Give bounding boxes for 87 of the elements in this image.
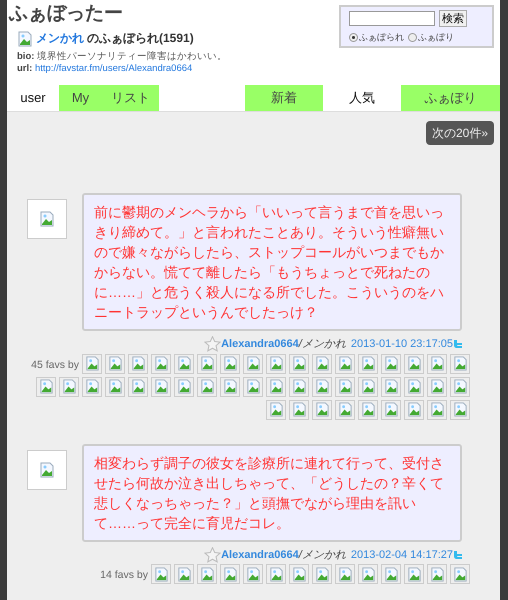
faved-user-avatar[interactable]	[128, 354, 148, 374]
faved-user-avatar[interactable]	[174, 376, 194, 396]
faved-user-avatar[interactable]	[312, 354, 332, 374]
faved-user-avatar[interactable]	[151, 354, 171, 374]
faved-user-avatar[interactable]	[243, 354, 263, 374]
faved-user-avatar[interactable]	[450, 564, 470, 584]
tab[interactable]: ふぁぼり	[401, 85, 500, 111]
display-name: /メンかれ	[298, 337, 346, 352]
faved-user-avatar[interactable]	[335, 376, 355, 396]
faved-user-avatar[interactable]	[358, 400, 378, 420]
faved-user-avatar[interactable]	[289, 400, 309, 420]
faved-user-avatar[interactable]	[335, 354, 355, 374]
favorited-count-title: のふぁぼられ(1591)	[87, 30, 194, 47]
tab[interactable]: リスト	[102, 85, 159, 111]
faved-user-avatar[interactable]	[82, 376, 102, 396]
faved-user-avatar[interactable]	[427, 354, 447, 374]
star-icon[interactable]	[204, 336, 222, 352]
tab[interactable]: My	[59, 85, 102, 111]
faved-user-avatar[interactable]	[151, 376, 171, 396]
faved-user-avatar[interactable]	[450, 354, 470, 374]
faved-user-avatar[interactable]	[82, 354, 102, 374]
profile-url-link[interactable]: http://favstar.fm/users/Alexandra0664	[34, 63, 192, 74]
faved-user-avatar[interactable]	[358, 564, 378, 584]
display-name: /メンかれ	[298, 548, 346, 562]
faved-user-avatar[interactable]	[220, 354, 240, 374]
search-mode-radio[interactable]: ふぁぼられ	[349, 31, 404, 44]
faved-user-avatar[interactable]	[427, 400, 447, 420]
faved-user-avatar[interactable]	[358, 376, 378, 396]
faved-user-avatar[interactable]	[266, 564, 286, 584]
faved-user-avatar[interactable]	[289, 376, 309, 396]
user-avatar[interactable]	[27, 450, 67, 490]
post-text: 前に鬱期のメンヘラから「いいって言うまで首を思いっきり締めて。」と言われたことあり。そういう性癖無いので嫌々ながらしたら、ストップコールがいつまでもかからない。慌てて離したら「もうちょっとで死ねたのに……」と危うく殺人になる所でした。こういうのをハニートラップというんでしたっけ？	[82, 193, 462, 331]
favs-count: 14 favs by	[100, 568, 148, 584]
faved-user-avatar[interactable]	[404, 354, 424, 374]
faved-user-avatar[interactable]	[243, 564, 263, 584]
faved-user-avatar[interactable]	[381, 400, 401, 420]
faved-user-avatar[interactable]	[36, 376, 56, 396]
tab[interactable]: 新着	[245, 85, 323, 111]
twitter-bird-icon[interactable]	[453, 550, 463, 560]
faved-user-avatar[interactable]	[220, 564, 240, 584]
faved-user-avatar[interactable]	[450, 400, 470, 420]
faved-user-avatar[interactable]	[358, 354, 378, 374]
faved-user-avatar[interactable]	[197, 564, 217, 584]
faved-user-avatar[interactable]	[381, 354, 401, 374]
faved-user-avatar[interactable]	[266, 376, 286, 396]
url-label: url:	[17, 63, 32, 74]
star-icon[interactable]	[204, 546, 222, 563]
search-mode-radio[interactable]: ふぁぼり	[408, 31, 454, 44]
site-title: ふぁぼったー	[9, 2, 123, 26]
search-field[interactable]	[349, 11, 435, 26]
faved-user-avatar[interactable]	[427, 376, 447, 396]
faved-user-avatar[interactable]	[174, 564, 194, 584]
faved-user-avatar[interactable]	[335, 400, 355, 420]
twitter-bird-icon[interactable]	[453, 339, 463, 350]
faved-user-avatar[interactable]	[335, 564, 355, 584]
faved-user-avatar[interactable]	[59, 376, 79, 396]
search-button[interactable]: 検索	[439, 10, 467, 27]
faved-user-avatar[interactable]	[128, 376, 148, 396]
faved-user-avatar[interactable]	[381, 564, 401, 584]
faved-user-avatar[interactable]	[404, 400, 424, 420]
post-text: 相変わらず調子の彼女を診療所に連れて行って、受付させたら何故か泣き出しちゃって、「どうしたの？辛くて悲しくなっちゃった？」と頭撫でながら理由を訊いて……って完全に育児だコレ。	[82, 444, 462, 542]
faved-user-avatar[interactable]	[243, 376, 263, 396]
broken-image-icon	[17, 30, 33, 47]
faved-user-avatar[interactable]	[105, 376, 125, 396]
faved-user-avatar[interactable]	[404, 564, 424, 584]
user-name-link[interactable]: メンかれ	[36, 29, 84, 47]
faved-user-avatar[interactable]	[289, 564, 309, 584]
faved-user-avatar[interactable]	[427, 564, 447, 584]
faved-user-avatar[interactable]	[312, 400, 332, 420]
faved-user-avatar[interactable]	[404, 376, 424, 396]
faved-user-avatar[interactable]	[312, 564, 332, 584]
faved-user-avatar[interactable]	[450, 376, 470, 396]
faved-user-avatar[interactable]	[220, 376, 240, 396]
faved-user-avatar[interactable]	[151, 564, 171, 584]
faved-user-avatar[interactable]	[289, 354, 309, 374]
faved-user-avatar[interactable]	[381, 376, 401, 396]
next-page-button[interactable]: 次の20件»	[426, 121, 494, 145]
faved-user-avatar[interactable]	[266, 354, 286, 374]
faved-user-avatar[interactable]	[174, 354, 194, 374]
faved-user-avatar[interactable]	[105, 354, 125, 374]
bio-text: bio: 境界性パーソナリティー障害はかわいい。	[17, 51, 228, 63]
faved-user-avatar[interactable]	[266, 400, 286, 420]
faved-user-avatar[interactable]	[197, 376, 217, 396]
favs-count: 45 favs by	[31, 358, 79, 373]
user-avatar[interactable]	[27, 199, 67, 239]
faved-user-avatar[interactable]	[312, 376, 332, 396]
faved-user-avatar[interactable]	[197, 354, 217, 374]
